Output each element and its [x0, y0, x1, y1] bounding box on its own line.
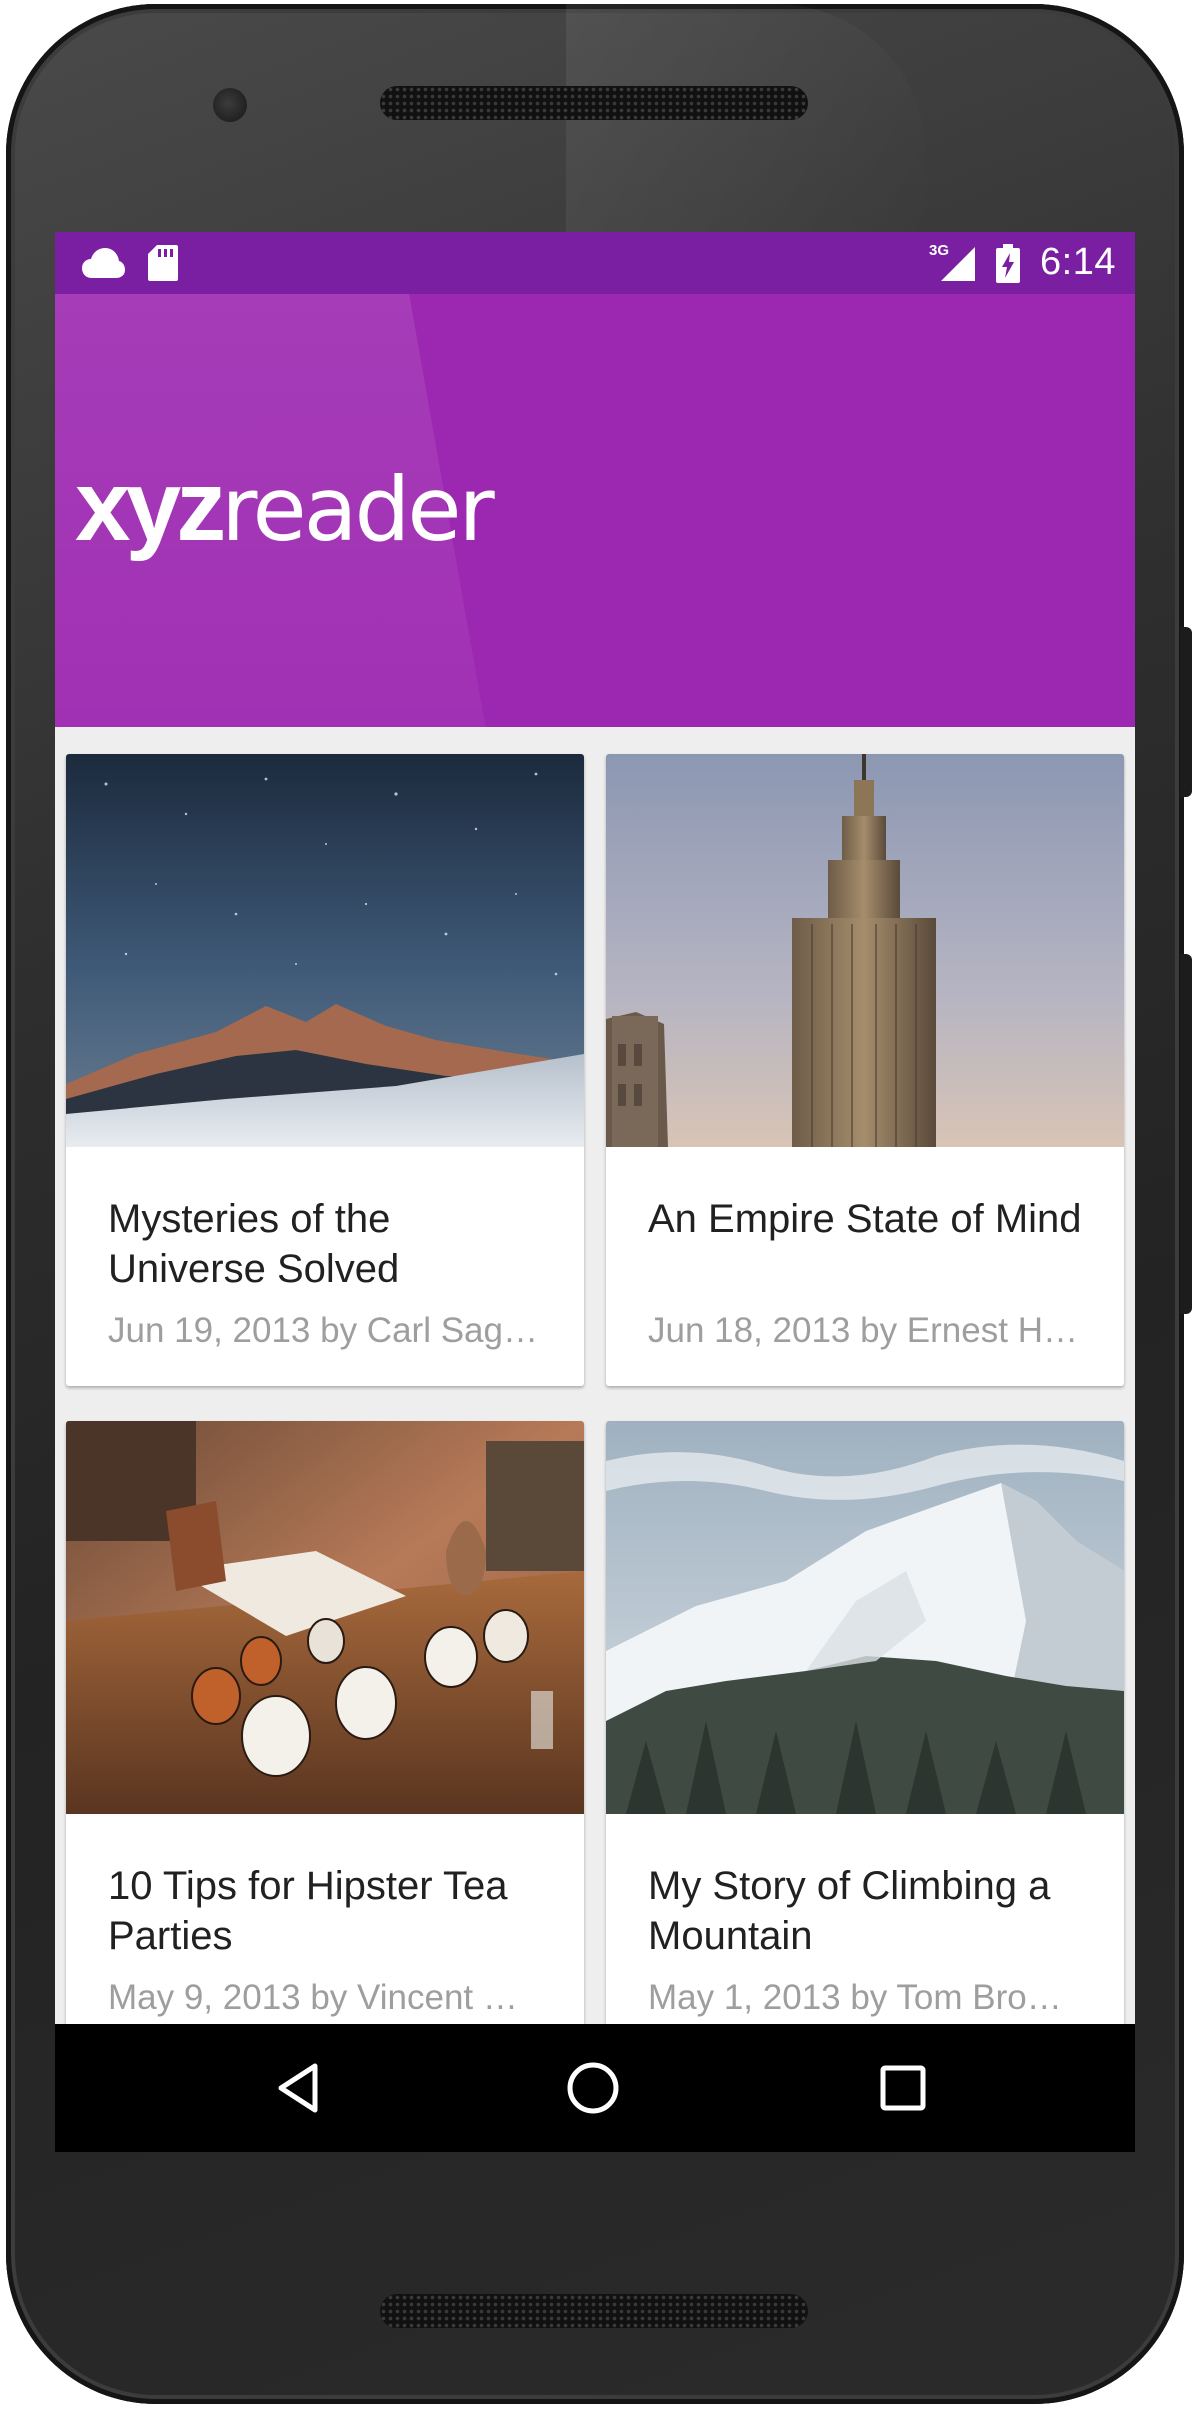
- article-title: An Empire State of Mind: [648, 1197, 1082, 1241]
- back-icon[interactable]: [269, 2058, 329, 2118]
- article-card[interactable]: My Story of Climbing a Mountain May 1, 2…: [606, 1421, 1124, 2053]
- front-camera: [213, 88, 247, 122]
- article-title: 10 Tips for Hipster Tea Parties: [108, 1864, 508, 1958]
- cloud-icon: [82, 248, 125, 278]
- battery-icon: [996, 244, 1020, 283]
- article-meta: May 1, 2013 by Tom Bro…: [648, 1978, 1062, 2017]
- screen: 3G 6:14 xyzreader Mysteries of the Unive…: [55, 232, 1135, 2152]
- earpiece-speaker: [380, 86, 808, 120]
- article-thumbnail: [606, 1421, 1124, 1814]
- recents-icon[interactable]: [873, 2058, 933, 2118]
- navigation-bar: [55, 2024, 1135, 2152]
- power-button: [1180, 627, 1192, 797]
- phone-gloss: [566, 4, 926, 244]
- article-thumbnail: [66, 754, 584, 1147]
- article-thumbnail: [606, 754, 1124, 1147]
- article-card[interactable]: 10 Tips for Hipster Tea Parties May 9, 2…: [66, 1421, 584, 2053]
- app-logo: xyzreader: [75, 449, 495, 564]
- clock: 6:14: [1040, 241, 1116, 283]
- bottom-speaker: [380, 2294, 808, 2328]
- article-title: Mysteries of the Universe Solved: [108, 1197, 400, 1291]
- app-bar: xyzreader: [55, 294, 1135, 727]
- sd-card-icon: [148, 245, 178, 281]
- article-thumbnail: [66, 1421, 584, 1814]
- article-title: My Story of Climbing a Mountain: [648, 1864, 1051, 1958]
- volume-button: [1180, 954, 1192, 1314]
- home-icon[interactable]: [563, 2058, 623, 2118]
- article-card[interactable]: An Empire State of Mind Jun 18, 2013 by …: [606, 754, 1124, 1386]
- logo-strong-text: xyz: [75, 450, 226, 562]
- logo-light-text: reader: [221, 458, 494, 561]
- article-meta: Jun 19, 2013 by Carl Sag…: [108, 1311, 538, 1350]
- status-bar: 3G 6:14: [55, 232, 1135, 294]
- signal-icon: [941, 247, 975, 281]
- article-meta: Jun 18, 2013 by Ernest H…: [648, 1311, 1078, 1350]
- article-meta: May 9, 2013 by Vincent …: [108, 1978, 518, 2017]
- article-card[interactable]: Mysteries of the Universe Solved Jun 19,…: [66, 754, 584, 1386]
